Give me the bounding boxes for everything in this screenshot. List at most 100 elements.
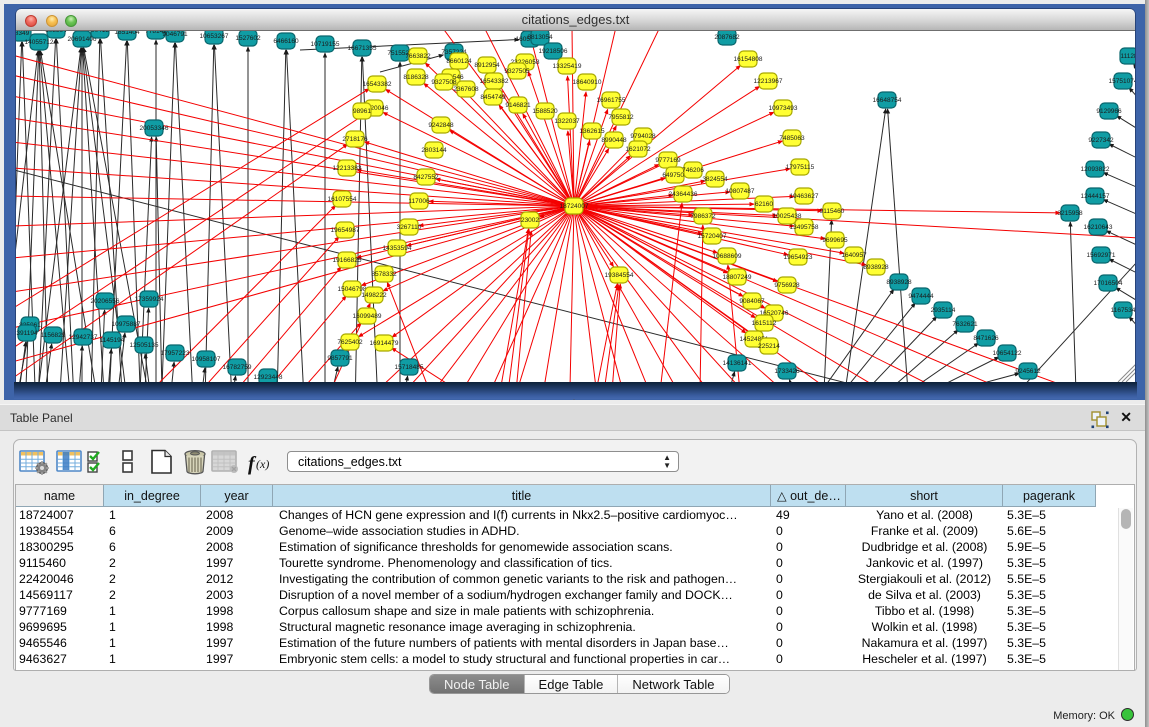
svg-text:12213967: 12213967 <box>754 78 783 85</box>
svg-text:16914479: 16914479 <box>370 340 399 347</box>
svg-text:1851404: 1851404 <box>114 31 140 36</box>
svg-text:15692971: 15692971 <box>1087 252 1116 259</box>
svg-text:1156829: 1156829 <box>41 332 66 339</box>
svg-text:1640957: 1640957 <box>841 252 867 259</box>
svg-text:16543382: 16543382 <box>480 78 509 85</box>
svg-text:18640910: 18640910 <box>573 79 602 86</box>
svg-text:6466160: 6466160 <box>273 38 299 45</box>
svg-text:1527602: 1527602 <box>235 35 261 42</box>
svg-text:9699695: 9699695 <box>822 237 848 244</box>
svg-text:12942737: 12942737 <box>69 334 98 341</box>
svg-text:8454749: 8454749 <box>480 94 506 101</box>
svg-text:9084067: 9084067 <box>739 298 765 305</box>
svg-text:9146821: 9146821 <box>505 102 531 109</box>
svg-text:16154808: 16154808 <box>734 56 763 63</box>
svg-text:2718176: 2718176 <box>342 136 368 143</box>
svg-text:19654923: 19654923 <box>784 254 813 261</box>
svg-text:9756928: 9756928 <box>774 282 800 289</box>
svg-text:391194: 391194 <box>16 330 38 337</box>
svg-text:13325419: 13325419 <box>553 63 582 70</box>
svg-text:15751074: 15751074 <box>1109 78 1135 85</box>
svg-text:17016504: 17016504 <box>1094 280 1123 287</box>
svg-text:12923448: 12923448 <box>254 374 283 381</box>
svg-text:8938928: 8938928 <box>886 279 912 286</box>
svg-text:9474444: 9474444 <box>908 293 934 300</box>
svg-text:9327505: 9327505 <box>504 68 530 75</box>
svg-text:12444157: 12444157 <box>1081 193 1110 200</box>
svg-text:2367608: 2367608 <box>453 86 479 93</box>
svg-text:1322037: 1322037 <box>554 118 580 125</box>
svg-text:18807249: 18807249 <box>723 274 752 281</box>
svg-text:19463627: 19463627 <box>790 193 819 200</box>
svg-text:17975115: 17975115 <box>786 164 815 171</box>
svg-text:19166825: 19166825 <box>333 257 362 264</box>
svg-text:746206: 746206 <box>682 167 704 174</box>
svg-text:20053346: 20053346 <box>140 125 169 132</box>
svg-text:1362615: 1362615 <box>579 128 605 135</box>
svg-text:1167534: 1167534 <box>1111 307 1135 314</box>
svg-text:14055712: 14055712 <box>25 39 54 46</box>
svg-text:23002: 23002 <box>521 217 539 224</box>
svg-text:10958107: 10958107 <box>192 356 221 363</box>
svg-text:8912954: 8912954 <box>474 62 500 69</box>
svg-text:9777169: 9777169 <box>655 157 681 164</box>
svg-text:90412: 90412 <box>91 31 109 34</box>
svg-text:11128: 11128 <box>1120 53 1135 60</box>
svg-text:1621072: 1621072 <box>625 146 651 153</box>
svg-text:8349: 8349 <box>16 31 30 37</box>
svg-text:16543382: 16543382 <box>363 81 392 88</box>
svg-text:8813054: 8813054 <box>527 34 553 41</box>
svg-text:10973493: 10973493 <box>769 105 798 112</box>
svg-text:9857791: 9857791 <box>327 355 353 362</box>
svg-text:8186328: 8186328 <box>403 74 429 81</box>
svg-text:8660124: 8660124 <box>446 58 472 65</box>
svg-text:15718485: 15718485 <box>395 364 424 371</box>
svg-text:9046791: 9046791 <box>162 31 188 38</box>
svg-text:1588520: 1588520 <box>532 108 558 115</box>
svg-text:14353594: 14353594 <box>383 245 412 252</box>
svg-text:9327508: 9327508 <box>431 79 457 86</box>
svg-text:9115460: 9115460 <box>820 208 845 215</box>
svg-text:(x): (x) <box>256 457 269 471</box>
svg-text:8471626: 8471626 <box>973 335 999 342</box>
svg-text:1733426: 1733426 <box>774 368 800 375</box>
svg-text:9794028: 9794028 <box>630 133 656 140</box>
svg-text:117006: 117006 <box>408 198 430 205</box>
svg-text:16210643: 16210643 <box>1084 224 1113 231</box>
svg-text:1145194: 1145194 <box>100 337 125 344</box>
svg-text:12093822: 12093822 <box>1081 166 1110 173</box>
svg-text:19218506: 19218506 <box>539 48 568 55</box>
svg-text:225214: 225214 <box>758 343 780 350</box>
svg-text:8990448: 8990448 <box>601 137 627 144</box>
svg-text:9129966: 9129966 <box>1096 108 1122 115</box>
svg-text:3215958: 3215958 <box>1057 210 1083 217</box>
svg-text:12505135: 12505135 <box>130 342 159 349</box>
svg-text:9242848: 9242848 <box>428 122 454 129</box>
svg-text:20206556: 20206556 <box>91 298 120 305</box>
svg-text:62160: 62160 <box>755 201 773 208</box>
svg-text:103394: 103394 <box>45 31 67 34</box>
svg-text:16107554: 16107554 <box>328 196 357 203</box>
svg-text:16671355: 16671355 <box>348 45 377 52</box>
svg-text:14136141: 14136141 <box>723 360 752 367</box>
svg-text:16961755: 16961755 <box>597 97 626 104</box>
svg-text:2087682: 2087682 <box>714 34 740 41</box>
svg-text:7663822: 7663822 <box>405 53 431 60</box>
svg-text:10654122: 10654122 <box>993 350 1022 357</box>
svg-text:2935114: 2935114 <box>931 307 956 314</box>
svg-text:10975887: 10975887 <box>112 321 141 328</box>
svg-text:12213383: 12213383 <box>333 165 362 172</box>
svg-text:7955812: 7955812 <box>608 114 634 121</box>
svg-text:3824554: 3824554 <box>702 176 728 183</box>
svg-text:9245612: 9245612 <box>1015 368 1041 375</box>
svg-text:98961: 98961 <box>353 108 371 115</box>
svg-text:16782759: 16782759 <box>223 364 252 371</box>
svg-text:8578332: 8578332 <box>371 271 397 278</box>
svg-text:7632621: 7632621 <box>952 321 978 328</box>
svg-text:7485063: 7485063 <box>779 135 805 142</box>
svg-text:8427552: 8427552 <box>413 174 439 181</box>
svg-text:10719155: 10719155 <box>311 41 340 48</box>
svg-text:13495758: 13495758 <box>790 224 819 231</box>
svg-text:10653267: 10653267 <box>200 33 229 40</box>
svg-text:1615112: 1615112 <box>752 320 777 327</box>
